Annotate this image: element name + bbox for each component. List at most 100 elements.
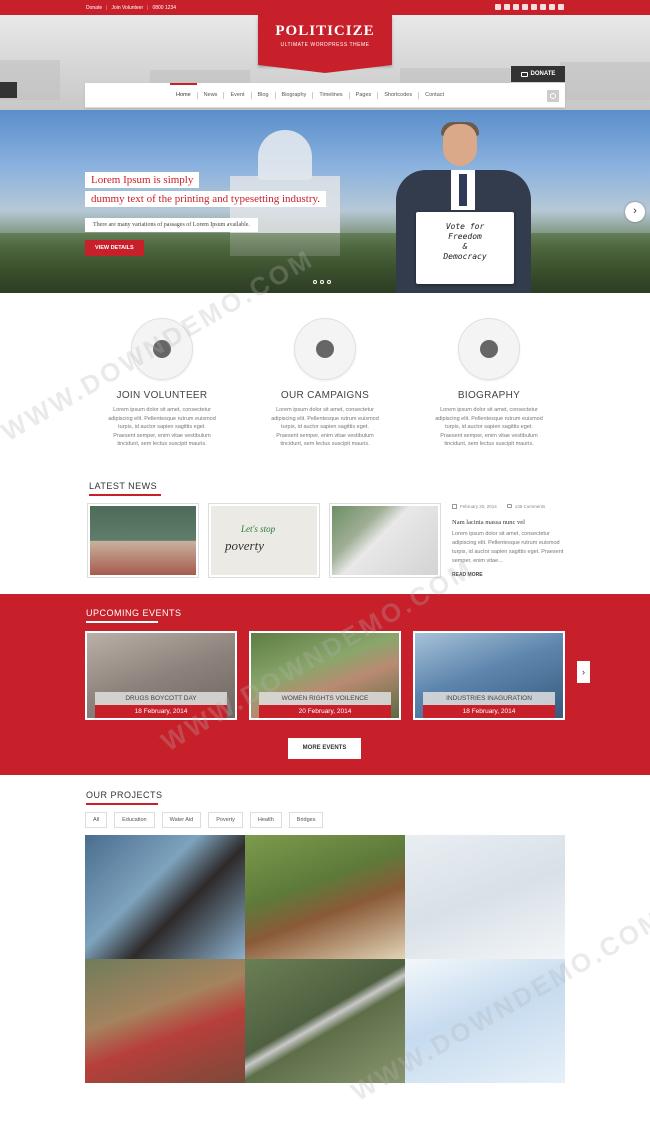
poster-text: poverty [225, 538, 264, 553]
filter-health[interactable]: Health [249, 812, 282, 828]
phone-number: 0800 1234 [152, 5, 177, 11]
calendar-icon: February 20, 2014 [452, 504, 497, 509]
feature-biography: BIOGRAPHY Lorem ipsum dolor sit amet, co… [424, 318, 554, 449]
separator: | [147, 5, 149, 11]
event-date: 18 February, 2014 [423, 705, 555, 718]
filter-all[interactable]: All [85, 812, 108, 828]
main-nav: Home News Event Blog Biography Timelines… [85, 83, 565, 108]
join-volunteer-link[interactable]: Join Volunteer [111, 5, 143, 11]
project-image-books[interactable] [245, 835, 405, 959]
feature-join-volunteer: JOIN VOLUNTEER Lorem ipsum dolor sit ame… [97, 318, 227, 449]
news-comments[interactable]: 136 Comments [515, 504, 546, 509]
filter-bridges[interactable]: Bridges [288, 812, 324, 828]
upcoming-events-section: UPCOMING EVENTS DRUGS BOYCOTT DAY 18 Feb… [0, 594, 650, 775]
comment-icon: 136 Comments [506, 504, 546, 509]
hero-slider: Lorem Ipsum is simply dummy text of the … [0, 110, 650, 293]
donate-link[interactable]: Donate [86, 5, 102, 11]
slider-dots [313, 280, 331, 284]
search-icon[interactable] [547, 90, 559, 102]
logo-subtitle: ULTIMATE WORDPRESS THEME [280, 42, 370, 48]
news-image-ballot[interactable] [329, 503, 441, 578]
instagram-icon[interactable] [522, 4, 528, 10]
project-image-student[interactable] [85, 835, 245, 959]
twitter-icon[interactable] [531, 4, 537, 10]
pinterest-icon[interactable] [540, 4, 546, 10]
user-icon[interactable] [458, 318, 520, 380]
latest-news-title: LATEST NEWS [89, 481, 162, 496]
news-image-stop-poverty[interactable]: Let's stop poverty [208, 503, 320, 578]
building-silhouette [560, 62, 650, 100]
feature-title[interactable]: OUR CAMPAIGNS [260, 390, 390, 401]
event-name: WOMEN RIGHTS VOILENCE [259, 692, 391, 705]
our-projects-title: OUR PROJECTS [86, 790, 163, 805]
events-next-arrow[interactable]: › [577, 661, 590, 683]
nav-item-blog[interactable]: Blog [252, 92, 276, 99]
nav-item-contact[interactable]: Contact [419, 92, 450, 99]
slider-next-arrow[interactable]: › [625, 202, 645, 222]
money-icon [520, 71, 528, 77]
read-more-link[interactable]: READ MORE [452, 572, 483, 578]
slider-dot[interactable] [327, 280, 331, 284]
feature-our-campaigns: OUR CAMPAIGNS Lorem ipsum dolor sit amet… [260, 318, 390, 449]
filter-water-aid[interactable]: Water Aid [161, 812, 202, 828]
nav-item-home[interactable]: Home [170, 83, 198, 99]
event-name: INDUSTRIES INAGURATION [423, 692, 555, 705]
linkedin-icon[interactable] [504, 4, 510, 10]
top-bar: Donate | Join Volunteer | 0800 1234 [0, 0, 650, 15]
project-image-smoker[interactable] [85, 959, 245, 1083]
nav-item-news[interactable]: News [198, 92, 225, 99]
side-tab[interactable] [0, 82, 17, 98]
separator: | [106, 5, 108, 11]
project-image-bridge[interactable] [245, 959, 405, 1083]
event-date: 18 February, 2014 [95, 705, 227, 718]
nav-item-pages[interactable]: Pages [350, 92, 379, 99]
top-links: Donate | Join Volunteer | 0800 1234 [86, 5, 176, 11]
view-details-button[interactable]: VIEW DETAILS [85, 240, 144, 256]
poster-text: Let's stop [241, 524, 276, 534]
sign-line: Democracy [443, 252, 487, 261]
flickr-icon[interactable] [558, 4, 564, 10]
slider-dot[interactable] [320, 280, 324, 284]
news-meta: February 20, 2014 136 Comments [452, 504, 545, 509]
sign-line: Vote for [445, 222, 485, 231]
donate-button[interactable]: DONATE [511, 66, 565, 82]
filter-poverty[interactable]: Poverty [208, 812, 243, 828]
site-logo[interactable]: POLITICIZE ULTIMATE WORDPRESS THEME [258, 15, 392, 73]
hero-subtext: There are many variations of passages of… [85, 218, 258, 232]
globe-icon[interactable] [294, 318, 356, 380]
event-card[interactable]: DRUGS BOYCOTT DAY 18 February, 2014 [85, 631, 237, 720]
donate-label: DONATE [530, 71, 556, 77]
logo-title: POLITICIZE [275, 23, 375, 39]
feature-text: Lorem ipsum dolor sit amet, consectetur … [435, 407, 543, 447]
news-image-classroom[interactable] [87, 503, 199, 578]
nav-item-shortcodes[interactable]: Shortcodes [378, 92, 420, 99]
feature-text: Lorem ipsum dolor sit amet, consectetur … [108, 407, 216, 447]
event-name: DRUGS BOYCOTT DAY [95, 692, 227, 705]
nav-item-biography[interactable]: Biography [276, 92, 314, 99]
facebook-icon[interactable] [495, 4, 501, 10]
event-card[interactable]: WOMEN RIGHTS VOILENCE 20 February, 2014 [249, 631, 401, 720]
more-events-button[interactable]: MORE EVENTS [288, 738, 361, 759]
feature-title[interactable]: JOIN VOLUNTEER [97, 390, 227, 401]
nav-item-event[interactable]: Event [224, 92, 252, 99]
news-post-title[interactable]: Nam lacinia massa nunc vel [452, 519, 525, 526]
project-image-doctor[interactable] [405, 835, 565, 959]
nav-list: Home News Event Blog Biography Timelines… [170, 83, 450, 108]
event-date: 20 February, 2014 [259, 705, 391, 718]
filter-education[interactable]: Education [114, 812, 155, 828]
sign-line: & [462, 242, 468, 251]
hero-headline-line1: Lorem Ipsum is simply [85, 172, 200, 188]
google-plus-icon[interactable] [513, 4, 519, 10]
feature-text: Lorem ipsum dolor sit amet, consectetur … [271, 407, 379, 447]
vote-sign: Vote for Freedom & Democracy [416, 212, 514, 284]
feature-title[interactable]: BIOGRAPHY [424, 390, 554, 401]
project-image-water[interactable] [405, 959, 565, 1083]
slider-dot[interactable] [313, 280, 317, 284]
nav-item-timelines[interactable]: Timelines [313, 92, 350, 99]
event-card[interactable]: INDUSTRIES INAGURATION 18 February, 2014 [413, 631, 565, 720]
rss-icon[interactable] [549, 4, 555, 10]
news-date: February 20, 2014 [460, 504, 497, 509]
news-post-text: Lorem ipsum dolor sit amet, consectetur … [452, 531, 564, 564]
sign-line: Freedom [448, 232, 482, 241]
volunteers-icon[interactable] [131, 318, 193, 380]
